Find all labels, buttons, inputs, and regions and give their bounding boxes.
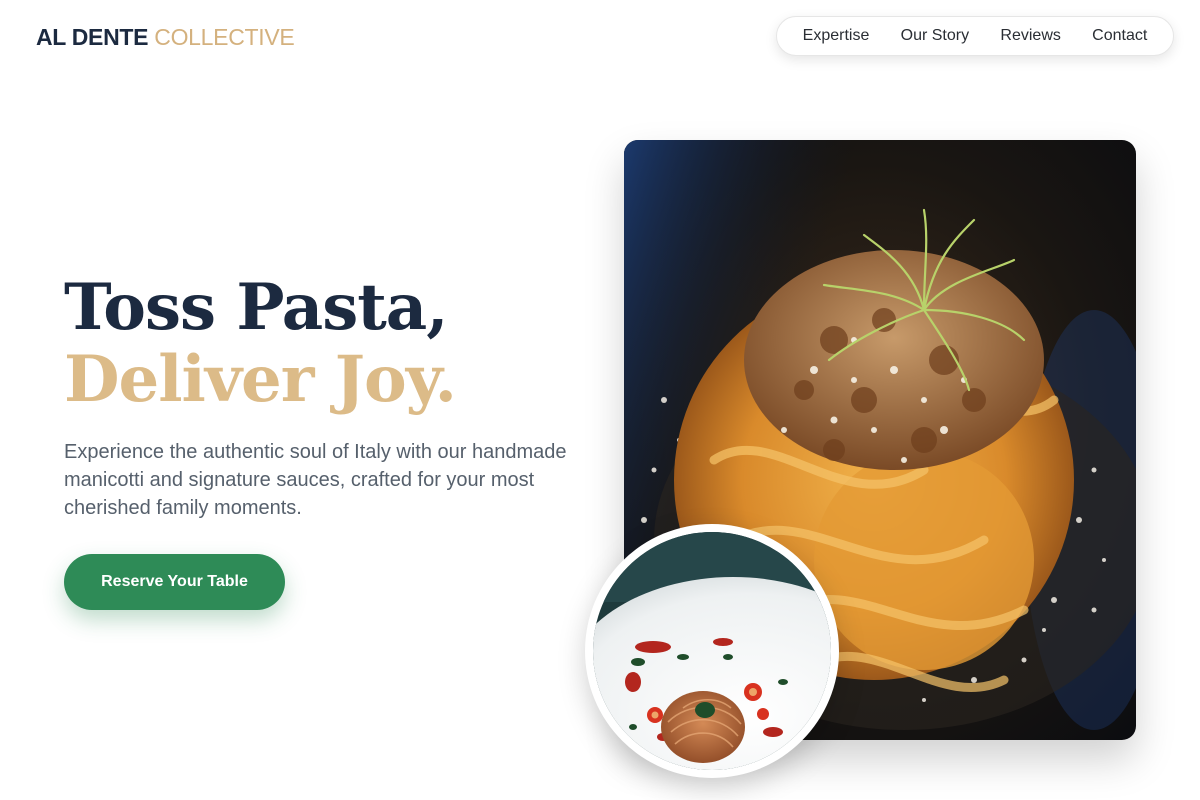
hero-subtitle: Experience the authentic soul of Italy w… xyxy=(64,441,567,519)
reserve-table-button[interactable]: Reserve Your Table xyxy=(64,554,285,610)
page: AL DENTE COLLECTIVE Expertise Our Story … xyxy=(0,0,1200,800)
brand-name-secondary: COLLECTIVE xyxy=(154,24,295,50)
brand-name-primary: AL DENTE xyxy=(36,24,149,50)
brand-logo[interactable]: AL DENTE COLLECTIVE xyxy=(36,22,295,52)
nav-link-expertise[interactable]: Expertise xyxy=(803,27,870,45)
spaghetti-plate-photo xyxy=(585,524,839,778)
hero-headline: Toss Pasta, Deliver Joy. xyxy=(64,270,457,417)
hero-headline-line2: Deliver Joy. xyxy=(64,342,457,417)
main-nav: Expertise Our Story Reviews Contact xyxy=(776,16,1174,56)
spaghetti-plate-photo-inner xyxy=(593,532,831,770)
nav-link-our-story[interactable]: Our Story xyxy=(901,27,969,45)
hero-headline-line1: Toss Pasta, xyxy=(64,270,449,345)
nav-link-contact[interactable]: Contact xyxy=(1092,27,1147,45)
nav-link-reviews[interactable]: Reviews xyxy=(1000,27,1060,45)
